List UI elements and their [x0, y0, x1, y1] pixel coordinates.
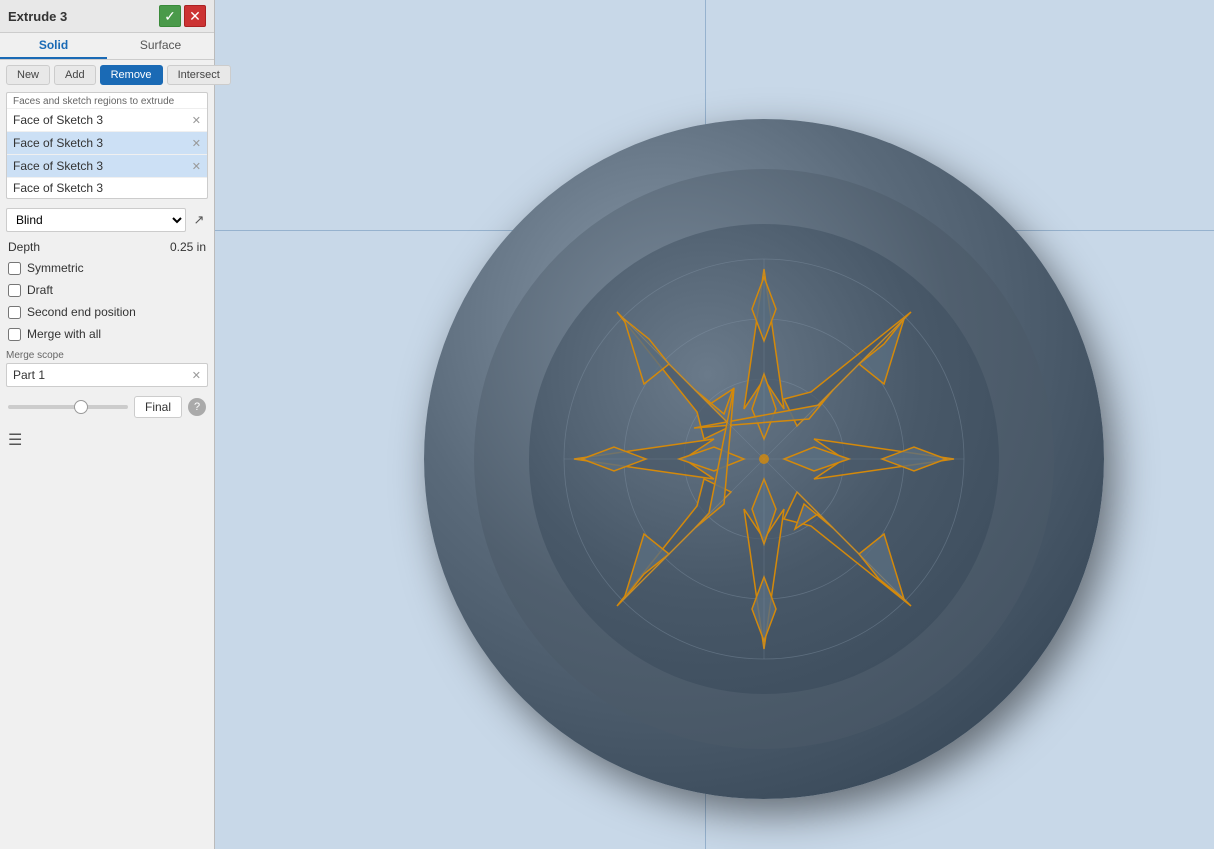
remove-sketch-icon[interactable]: ✕ [192, 137, 201, 150]
close-icon: ✕ [189, 8, 201, 25]
merge-scope-container: Merge scope Part 1 ✕ [6, 350, 208, 387]
panel-header: Extrude 3 ✓ ✕ [0, 0, 214, 33]
op-tab-new[interactable]: New [6, 65, 50, 85]
cancel-button[interactable]: ✕ [184, 5, 206, 27]
bottom-icon-row: ☰ [0, 424, 214, 456]
tab-solid[interactable]: Solid [0, 33, 107, 59]
flip-direction-icon[interactable]: ↗ [190, 211, 208, 229]
depth-row: Depth 0.25 in [0, 237, 214, 257]
sketch-item-label: Face of Sketch 3 [13, 159, 103, 173]
confirm-button[interactable]: ✓ [159, 5, 181, 27]
op-tab-add[interactable]: Add [54, 65, 96, 85]
depth-value[interactable]: 0.25 in [170, 240, 206, 254]
timeline-slider[interactable] [8, 405, 128, 409]
check-icon: ✓ [164, 8, 176, 25]
help-button[interactable]: ? [188, 398, 206, 416]
merge-scope-value: Part 1 [13, 368, 45, 382]
sketch-pattern-svg [514, 209, 1014, 709]
blind-dropdown[interactable]: Blind Symmetric To Entity [6, 208, 186, 232]
list-item[interactable]: Face of Sketch 3 ✕ [7, 109, 207, 132]
symmetric-label: Symmetric [27, 261, 84, 275]
list-icon[interactable]: ☰ [8, 430, 22, 450]
3d-viewport[interactable] [215, 0, 1214, 849]
solid-surface-tabs: Solid Surface [0, 33, 214, 60]
slider-thumb[interactable] [74, 400, 88, 414]
final-button[interactable]: Final [134, 396, 182, 418]
merge-scope-close-icon[interactable]: ✕ [192, 369, 201, 382]
op-tab-remove[interactable]: Remove [100, 65, 163, 85]
draft-checkbox[interactable] [8, 284, 21, 297]
list-item[interactable]: Face of Sketch 3 ✕ [7, 155, 207, 178]
sketch-item-label: Face of Sketch 3 [13, 113, 103, 127]
symmetric-checkbox[interactable] [8, 262, 21, 275]
draft-label: Draft [27, 283, 53, 297]
panel-title: Extrude 3 [8, 9, 67, 24]
sketch-list: Faces and sketch regions to extrude Face… [6, 92, 208, 199]
draft-row[interactable]: Draft [0, 279, 214, 301]
merge-all-row[interactable]: Merge with all [0, 323, 214, 345]
3d-shape [424, 119, 1104, 799]
remove-sketch-icon[interactable]: ✕ [192, 114, 201, 127]
extrude-panel: Extrude 3 ✓ ✕ Solid Surface New Add Remo… [0, 0, 215, 849]
operation-tabs: New Add Remove Intersect [0, 60, 214, 88]
list-item-partial: Face of Sketch 3 [7, 178, 207, 198]
blind-dropdown-row: Blind Symmetric To Entity ↗ [0, 203, 214, 237]
merge-scope-label: Merge scope [6, 350, 208, 361]
second-end-checkbox[interactable] [8, 306, 21, 319]
remove-sketch-icon[interactable]: ✕ [192, 160, 201, 173]
sketch-item-label: Face of Sketch 3 [13, 136, 103, 150]
second-end-row[interactable]: Second end position [0, 301, 214, 323]
depth-label: Depth [8, 240, 40, 254]
sketch-list-label: Faces and sketch regions to extrude [7, 93, 207, 109]
merge-scope-field[interactable]: Part 1 ✕ [6, 363, 208, 387]
slider-row: Final ? [0, 390, 214, 424]
list-item[interactable]: Face of Sketch 3 ✕ [7, 132, 207, 155]
tab-surface[interactable]: Surface [107, 33, 214, 59]
symmetric-row[interactable]: Symmetric [0, 257, 214, 279]
second-end-label: Second end position [27, 305, 136, 319]
op-tab-intersect[interactable]: Intersect [167, 65, 231, 85]
merge-all-label: Merge with all [27, 327, 101, 341]
merge-all-checkbox[interactable] [8, 328, 21, 341]
header-buttons: ✓ ✕ [159, 5, 206, 27]
